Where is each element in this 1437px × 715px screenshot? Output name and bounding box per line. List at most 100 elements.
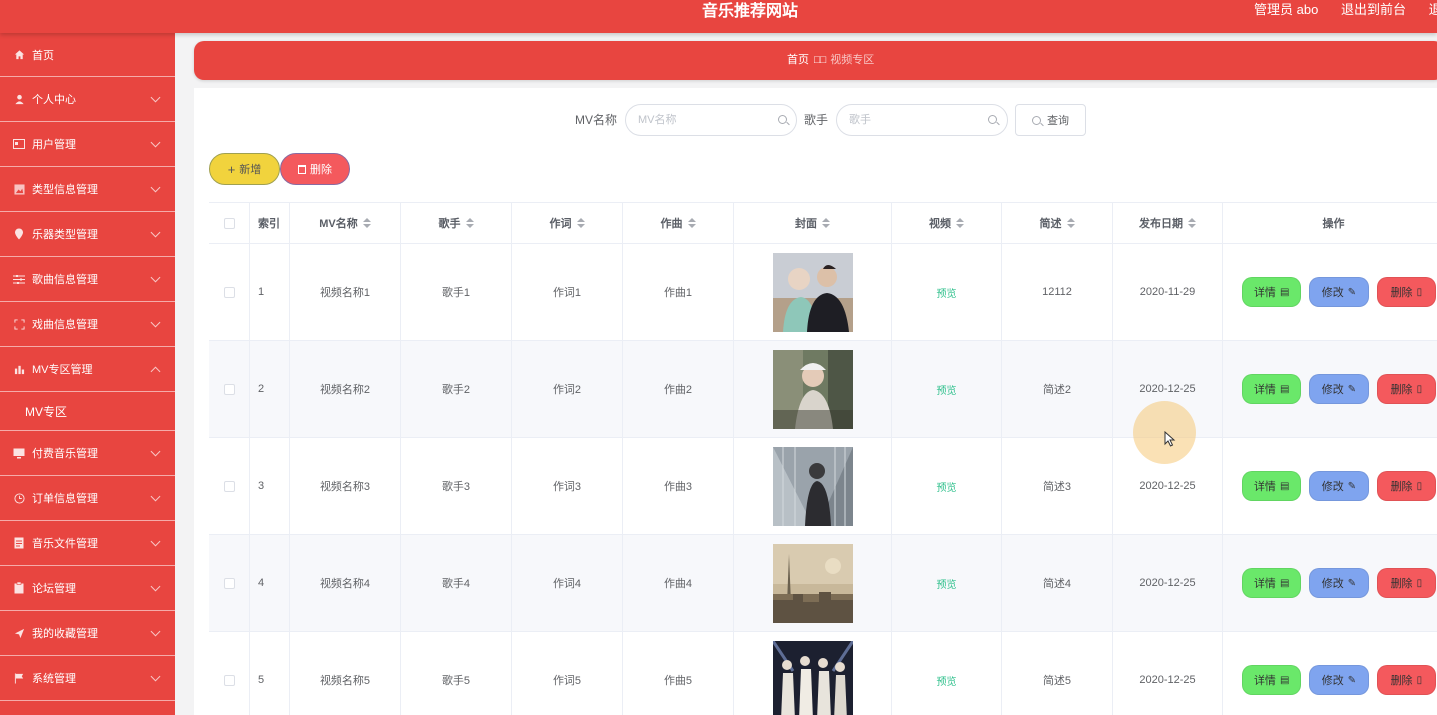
- header-label: 作曲: [660, 218, 683, 230]
- delete-button[interactable]: 删除 ▯: [1376, 568, 1436, 598]
- trash-icon: ▯: [1416, 674, 1423, 686]
- edit-button[interactable]: 修改 ✎: [1309, 471, 1369, 501]
- header-label: 简述: [1039, 218, 1062, 230]
- top-header: 音乐推荐网站 管理员 abo 退出到前台 退出: [0, 0, 1437, 33]
- cover-image[interactable]: [772, 543, 853, 623]
- sort-icon[interactable]: [465, 218, 474, 228]
- sliders-icon: [13, 273, 25, 285]
- row-lyricist: 作词2: [511, 341, 622, 437]
- sort-icon[interactable]: [1066, 218, 1075, 228]
- sidebar-item-favorites[interactable]: 我的收藏管理: [0, 611, 175, 656]
- cover-image[interactable]: [772, 252, 853, 332]
- sidebar-item-song-info[interactable]: 歌曲信息管理: [0, 257, 175, 302]
- row-composer: 作曲4: [622, 535, 733, 631]
- row-checkbox[interactable]: [223, 480, 235, 492]
- sidebar-item-order-info[interactable]: 订单信息管理: [0, 476, 175, 521]
- chevron-up-icon: [150, 366, 161, 377]
- row-cover-cell: [733, 244, 891, 340]
- video-preview-link[interactable]: 预览: [937, 576, 957, 591]
- row-actions: 详情 ▤ 修改 ✎ 删除 ▯: [1222, 244, 1437, 340]
- detail-button[interactable]: 详情 ▤: [1242, 568, 1302, 598]
- video-preview-link[interactable]: 预览: [937, 285, 957, 300]
- query-button[interactable]: 查询: [1015, 104, 1086, 136]
- sidebar-item-system[interactable]: 系统管理: [0, 656, 175, 701]
- row-desc: 简述3: [1001, 438, 1112, 534]
- cover-image[interactable]: [772, 640, 853, 715]
- sidebar-item-type-info[interactable]: 类型信息管理: [0, 167, 175, 212]
- sidebar-item-paid-music[interactable]: 付费音乐管理: [0, 431, 175, 476]
- sidebar-item-home[interactable]: 首页: [0, 33, 175, 77]
- edit-label: 修改: [1321, 675, 1344, 687]
- logout-link[interactable]: 退出: [1429, 2, 1437, 17]
- flag-icon: [13, 672, 25, 684]
- sidebar-item-instrument-type[interactable]: 乐器类型管理: [0, 212, 175, 257]
- cover-image[interactable]: [772, 349, 853, 429]
- exit-to-front-link[interactable]: 退出到前台: [1341, 2, 1406, 17]
- delete-button[interactable]: 删除 ▯: [1376, 374, 1436, 404]
- header-date[interactable]: 发布日期: [1112, 203, 1222, 243]
- delete-button[interactable]: 删除 ▯: [1376, 277, 1436, 307]
- row-index: 4: [249, 535, 289, 631]
- sidebar-item-forum[interactable]: 论坛管理: [0, 566, 175, 611]
- row-desc: 12112: [1001, 244, 1112, 340]
- table-row: 5 视频名称5 歌手5 作词5 作曲5 预览 简述5 2020-12-25 详情…: [209, 632, 1437, 715]
- breadcrumb-home[interactable]: 首页: [787, 54, 809, 66]
- edit-icon: ✎: [1347, 480, 1357, 492]
- add-button[interactable]: + 新增: [209, 153, 280, 185]
- edit-button[interactable]: 修改 ✎: [1309, 277, 1369, 307]
- clock-icon: [13, 492, 25, 504]
- breadcrumb-separator: □□: [814, 54, 826, 66]
- singer-search-input[interactable]: [836, 104, 1008, 136]
- detail-button[interactable]: 详情 ▤: [1242, 471, 1302, 501]
- video-preview-link[interactable]: 预览: [937, 382, 957, 397]
- edit-button[interactable]: 修改 ✎: [1309, 568, 1369, 598]
- row-checkbox[interactable]: [223, 674, 235, 686]
- row-checkbox[interactable]: [223, 577, 235, 589]
- edit-icon: ✎: [1347, 674, 1357, 686]
- select-all-checkbox[interactable]: [223, 217, 235, 229]
- trash-icon: ▯: [1416, 577, 1423, 589]
- sidebar-item-music-files[interactable]: 音乐文件管理: [0, 521, 175, 566]
- video-preview-link[interactable]: 预览: [937, 479, 957, 494]
- edit-button[interactable]: 修改 ✎: [1309, 665, 1369, 695]
- header-cover[interactable]: 封面: [733, 203, 891, 243]
- sort-icon[interactable]: [822, 218, 830, 228]
- detail-button[interactable]: 详情 ▤: [1242, 665, 1302, 695]
- header-label: 发布日期: [1139, 218, 1183, 230]
- detail-button[interactable]: 详情 ▤: [1242, 277, 1302, 307]
- row-checkbox[interactable]: [223, 286, 235, 298]
- sort-icon[interactable]: [956, 218, 964, 228]
- detail-button[interactable]: 详情 ▤: [1242, 374, 1302, 404]
- delete-button[interactable]: 删除 ▯: [1376, 471, 1436, 501]
- mv-name-search-input[interactable]: [625, 104, 797, 136]
- header-ops: 操作: [1222, 203, 1437, 243]
- header-video[interactable]: 视频: [891, 203, 1001, 243]
- edit-button[interactable]: 修改 ✎: [1309, 374, 1369, 404]
- header-composer[interactable]: 作曲: [622, 203, 733, 243]
- header-lyricist[interactable]: 作词: [511, 203, 622, 243]
- sidebar-item-label: 首页: [32, 49, 54, 62]
- sidebar-subitem-mv-zone[interactable]: MV专区: [0, 392, 175, 431]
- sidebar-item-mv-zone-management[interactable]: MV专区管理: [0, 347, 175, 392]
- sidebar-item-opera-info[interactable]: 戏曲信息管理: [0, 302, 175, 347]
- sort-icon[interactable]: [362, 218, 371, 228]
- document-icon: ▤: [1279, 674, 1290, 686]
- row-index: 5: [249, 632, 289, 715]
- sort-icon[interactable]: [576, 218, 585, 228]
- header-checkbox-cell: [209, 203, 249, 243]
- header-mv-name[interactable]: MV名称: [289, 203, 400, 243]
- delete-button[interactable]: 删除 ▯: [1376, 665, 1436, 695]
- edit-label: 修改: [1321, 384, 1344, 396]
- row-checkbox[interactable]: [223, 383, 235, 395]
- sidebar-item-profile[interactable]: 个人中心: [0, 77, 175, 122]
- batch-delete-button[interactable]: 删除: [280, 153, 350, 185]
- header-singer[interactable]: 歌手: [400, 203, 511, 243]
- video-preview-link[interactable]: 预览: [937, 673, 957, 688]
- singer-label: 歌手: [804, 113, 829, 127]
- cover-image[interactable]: [772, 446, 853, 526]
- sort-icon[interactable]: [1188, 218, 1196, 228]
- header-desc[interactable]: 简述: [1001, 203, 1112, 243]
- sidebar-item-users[interactable]: 用户管理: [0, 122, 175, 167]
- sort-icon[interactable]: [687, 218, 696, 228]
- admin-user-label: 管理员 abo: [1254, 2, 1319, 17]
